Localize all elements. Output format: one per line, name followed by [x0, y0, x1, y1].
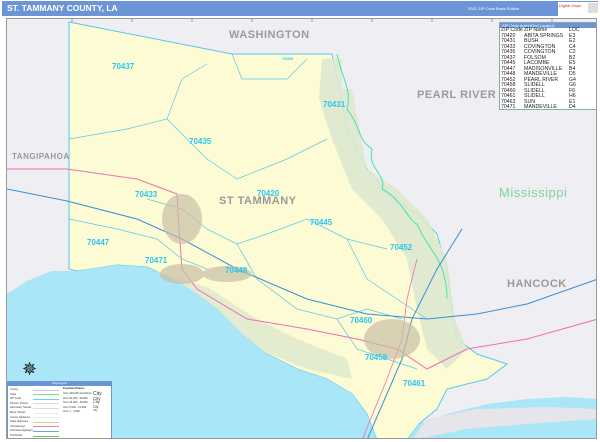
legend-city-sample: City — [93, 409, 98, 413]
legend-right-title: Populated Places — [63, 387, 85, 390]
legend-line-swatch — [33, 417, 59, 419]
zip-label: 70445 — [310, 218, 333, 227]
zip-label: 70463 — [282, 56, 294, 61]
county-label-hancock: HANCOCK — [507, 278, 567, 290]
zip-label: 70460 — [350, 316, 373, 325]
legend-item: Toll Roads — [10, 434, 23, 437]
legend-item: Interstate Highways — [10, 429, 33, 433]
zip-label: 70420 — [257, 189, 280, 198]
zip-label: 70471 — [145, 256, 168, 265]
zip-table-cell: MANDEVILLE — [524, 104, 557, 110]
map-legend: Map Legend County State ZIP Code Primary St… — [7, 381, 112, 438]
legend-line-swatch — [33, 403, 59, 405]
compass-rose-icon: ✵ — [22, 359, 38, 379]
parish-label-pearl-river: PEARL RIVER — [417, 89, 497, 101]
zip-table-cell: D4 — [569, 104, 576, 110]
title-bar: ST. TAMMANY COUNTY, LA 2021 ZIP Code Bas… — [2, 1, 599, 16]
zip-table-cell: 70471 — [501, 104, 516, 110]
zip-label: 70458 — [365, 353, 388, 362]
legend-line-swatch — [33, 430, 59, 432]
zip-label: 70431 — [323, 100, 346, 109]
parish-label-washington: WASHINGTON — [229, 29, 310, 41]
legend-line-swatch — [33, 398, 59, 400]
legend-place-size: Over 25,000 - 49,999 — [63, 401, 88, 405]
legend-item: County Highways — [10, 415, 31, 419]
logo-badge — [588, 3, 598, 13]
legend-line-swatch — [33, 394, 59, 396]
zip-table-row: 70471 MANDEVILLE D4 — [500, 104, 596, 111]
legend-line-swatch — [33, 421, 59, 423]
logo: Digital Maps — [558, 2, 599, 16]
legend-line-swatch — [33, 435, 59, 437]
legend-place-size: Over 5,000 - 24,999 — [63, 405, 87, 409]
legend-item: County — [10, 388, 19, 391]
legend-line-swatch — [33, 407, 59, 409]
map-title: ST. TAMMANY COUNTY, LA — [7, 3, 118, 13]
zip-label: 70437 — [112, 62, 135, 71]
legend-item: Secondary Streets — [10, 406, 32, 410]
state-label-mississippi: Mississippi — [499, 185, 568, 200]
legend-item: Minor Streets — [10, 411, 26, 414]
map-canvas[interactable]: WASHINGTON PEARL RIVER TANGIPAHOA Missis… — [6, 18, 597, 439]
legend-place-size: Over 1 - 4,999 — [63, 410, 80, 414]
legend-line-swatch — [33, 389, 59, 391]
legend-line-swatch — [33, 412, 59, 414]
legend-item: ZIP Code — [10, 397, 21, 401]
legend-title: Map Legend — [8, 382, 111, 386]
zip-label: 70452 — [390, 243, 413, 252]
legend-place-size: Over 50,000 - 99,999 — [63, 396, 88, 400]
zip-label: 70435 — [189, 137, 212, 146]
legend-item: Primary Streets — [10, 401, 28, 405]
legend-item: State Highways — [10, 420, 29, 424]
legend-item: US Highways — [10, 424, 26, 428]
legend-line-swatch — [33, 426, 59, 428]
logo-text: Digital Maps — [559, 3, 582, 8]
parish-label-tangipahoa: TANGIPAHOA — [12, 152, 70, 161]
zip-label: 70448 — [225, 266, 248, 275]
edition-label: 2021 ZIP Code Basic Edition — [468, 6, 520, 11]
legend-city-sample: City — [93, 400, 100, 405]
legend-item: State — [10, 392, 17, 396]
zip-label: 70433 — [135, 190, 158, 199]
zip-label: 70447 — [87, 238, 110, 247]
zip-label: 70461 — [403, 379, 426, 388]
grid-ticks — [71, 19, 553, 22]
zip-index-table: ZIP Code Index(Grid Locator) ZIP Code ZIP… — [499, 22, 596, 111]
legend-place-size: Over 100,000 and Above — [63, 392, 92, 395]
